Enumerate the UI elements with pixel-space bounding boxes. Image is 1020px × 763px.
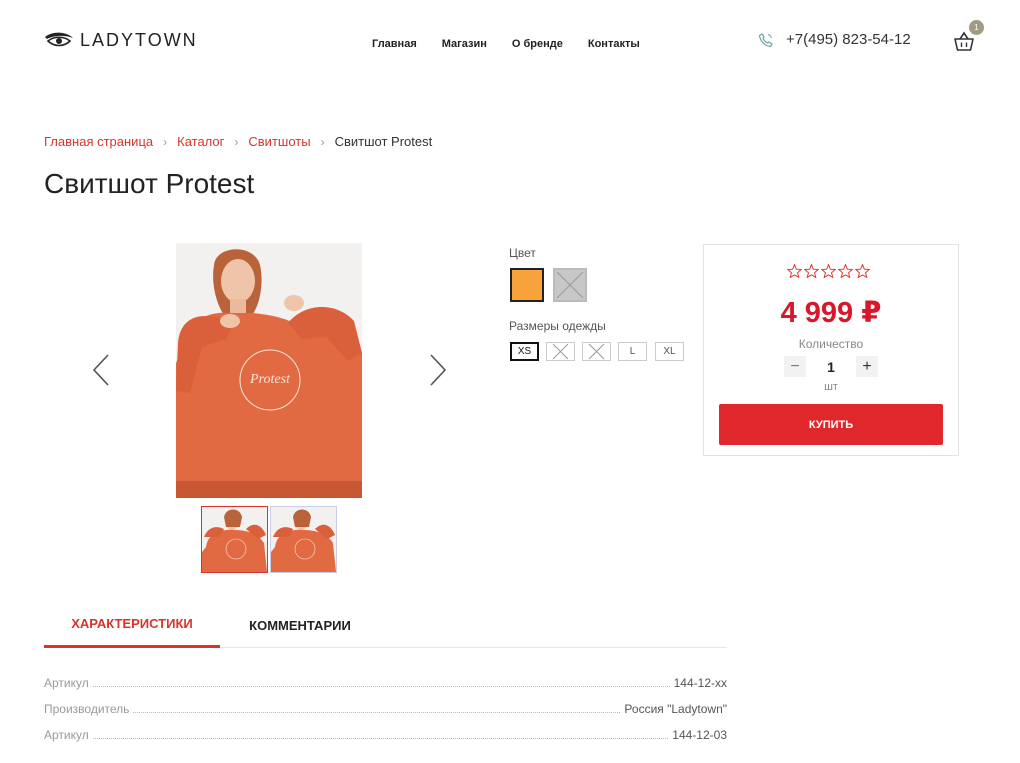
unavailable-cross-icon bbox=[552, 343, 569, 360]
breadcrumb-catalog[interactable]: Каталог bbox=[177, 134, 224, 149]
gallery-next-button[interactable] bbox=[426, 353, 448, 387]
product-thumbnail-2[interactable] bbox=[270, 506, 337, 573]
spec-value: 144-12-xx bbox=[673, 676, 727, 690]
main-nav: Главная Магазин О бренде Контакты bbox=[372, 38, 640, 50]
minus-icon: − bbox=[790, 357, 800, 375]
spec-dots-divider bbox=[133, 712, 621, 713]
spec-row: Артикул 144-12-xx bbox=[44, 676, 727, 690]
spec-dots-divider bbox=[92, 686, 670, 687]
spec-label: Артикул bbox=[44, 676, 89, 690]
quantity-unit: шт bbox=[824, 381, 838, 393]
page-title: Свитшот Protest bbox=[44, 168, 255, 199]
buy-box: 4 999 ₽ Количество − 1 + шт КУПИТЬ bbox=[703, 244, 959, 456]
logo[interactable]: LADYTOWN bbox=[44, 30, 198, 51]
color-swatch-orange[interactable] bbox=[510, 268, 544, 302]
rating-stars[interactable] bbox=[787, 264, 870, 278]
spec-dots-divider bbox=[92, 738, 669, 739]
quantity-value[interactable]: 1 bbox=[806, 359, 856, 375]
quantity-decrease-button[interactable]: − bbox=[784, 356, 806, 377]
size-option-unavailable[interactable] bbox=[582, 342, 611, 361]
nav-contacts[interactable]: Контакты bbox=[588, 38, 640, 50]
spec-row: Артикул 144-12-03 bbox=[44, 728, 727, 742]
phone-icon bbox=[758, 32, 773, 47]
size-option-l[interactable]: L bbox=[618, 342, 647, 361]
color-label: Цвет bbox=[509, 246, 536, 260]
star-outline-icon[interactable] bbox=[855, 264, 870, 278]
chevron-right-icon: › bbox=[163, 134, 168, 149]
tab-characteristics[interactable]: ХАРАКТЕРИСТИКИ bbox=[44, 602, 220, 648]
star-outline-icon[interactable] bbox=[821, 264, 836, 278]
gallery-prev-button[interactable] bbox=[91, 353, 113, 387]
chevron-right-icon: › bbox=[234, 134, 239, 149]
breadcrumb: Главная страница › Каталог › Свитшоты › … bbox=[44, 134, 432, 149]
star-outline-icon[interactable] bbox=[787, 264, 802, 278]
chevron-right-icon: › bbox=[320, 134, 325, 149]
spec-label: Производитель bbox=[44, 702, 130, 716]
phone-block[interactable]: +7(495) 823-54-12 bbox=[758, 31, 911, 48]
eye-logo-icon bbox=[45, 32, 73, 46]
chevron-left-icon bbox=[92, 354, 109, 386]
buy-button[interactable]: КУПИТЬ bbox=[719, 404, 943, 445]
size-label: Размеры одежды bbox=[509, 319, 606, 333]
spec-value: 144-12-03 bbox=[672, 728, 727, 742]
nav-about-brand[interactable]: О бренде bbox=[512, 38, 563, 50]
nav-shop[interactable]: Магазин bbox=[442, 38, 487, 50]
product-tabs: ХАРАКТЕРИСТИКИ КОММЕНТАРИИ bbox=[44, 602, 727, 648]
color-swatch-grey-unavailable[interactable] bbox=[553, 268, 587, 302]
breadcrumb-sweatshirts[interactable]: Свитшоты bbox=[248, 134, 310, 149]
nav-home[interactable]: Главная bbox=[372, 38, 417, 50]
quantity-increase-button[interactable]: + bbox=[856, 356, 878, 377]
svg-text:Protest: Protest bbox=[249, 372, 291, 387]
tab-comments[interactable]: КОММЕНТАРИИ bbox=[220, 602, 380, 648]
unavailable-cross-icon bbox=[588, 343, 605, 360]
unavailable-cross-icon bbox=[556, 271, 584, 299]
cart-count-badge: 1 bbox=[969, 20, 984, 35]
star-outline-icon[interactable] bbox=[804, 264, 819, 278]
spec-row: Производитель Россия "Ladytown" bbox=[44, 702, 727, 716]
breadcrumb-current: Свитшот Protest bbox=[334, 134, 433, 149]
spec-label: Артикул bbox=[44, 728, 89, 742]
quantity-label: Количество bbox=[798, 337, 864, 351]
size-option-xl[interactable]: XL bbox=[655, 342, 684, 361]
chevron-right-icon bbox=[430, 354, 447, 386]
star-outline-icon[interactable] bbox=[838, 264, 853, 278]
spec-value: Россия "Ladytown" bbox=[624, 702, 727, 716]
product-price: 4 999 ₽ bbox=[780, 297, 882, 329]
product-main-photo[interactable]: Protest bbox=[176, 243, 362, 498]
breadcrumb-home[interactable]: Главная страница bbox=[44, 134, 153, 149]
product-thumbnail-1[interactable] bbox=[201, 506, 268, 573]
size-option-xs[interactable]: XS bbox=[510, 342, 539, 361]
plus-icon: + bbox=[862, 357, 872, 375]
logo-text: LADYTOWN bbox=[80, 30, 198, 50]
size-option-unavailable[interactable] bbox=[546, 342, 575, 361]
phone-number[interactable]: +7(495) 823-54-12 bbox=[786, 31, 911, 48]
